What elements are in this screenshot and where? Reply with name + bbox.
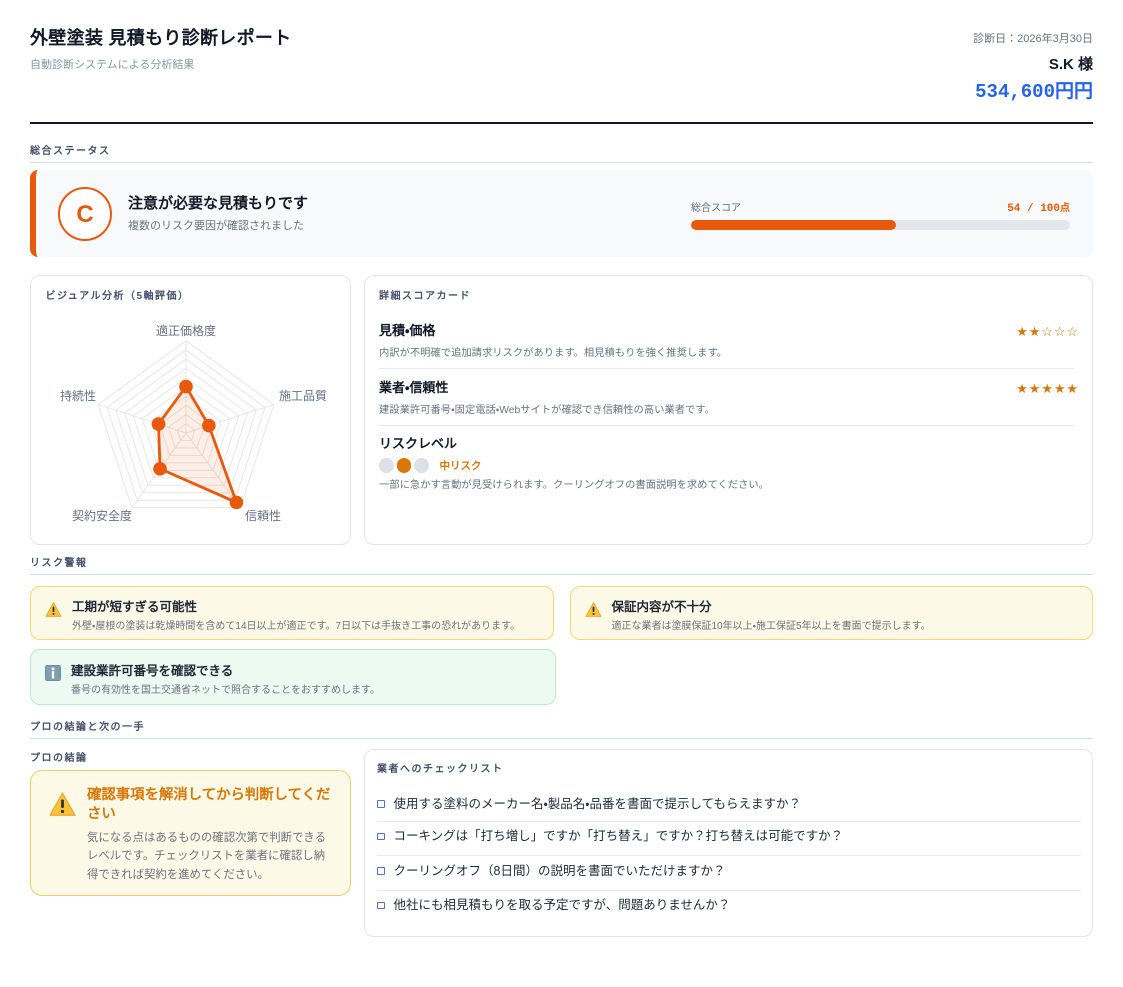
svg-text:信頼性: 信頼性	[245, 509, 281, 523]
svg-text:契約安全度: 契約安全度	[72, 508, 132, 523]
svg-text:施工品質: 施工品質	[279, 388, 327, 403]
svg-text:持続性: 持続性	[60, 388, 96, 403]
svg-text:適正価格度: 適正価格度	[156, 323, 216, 338]
